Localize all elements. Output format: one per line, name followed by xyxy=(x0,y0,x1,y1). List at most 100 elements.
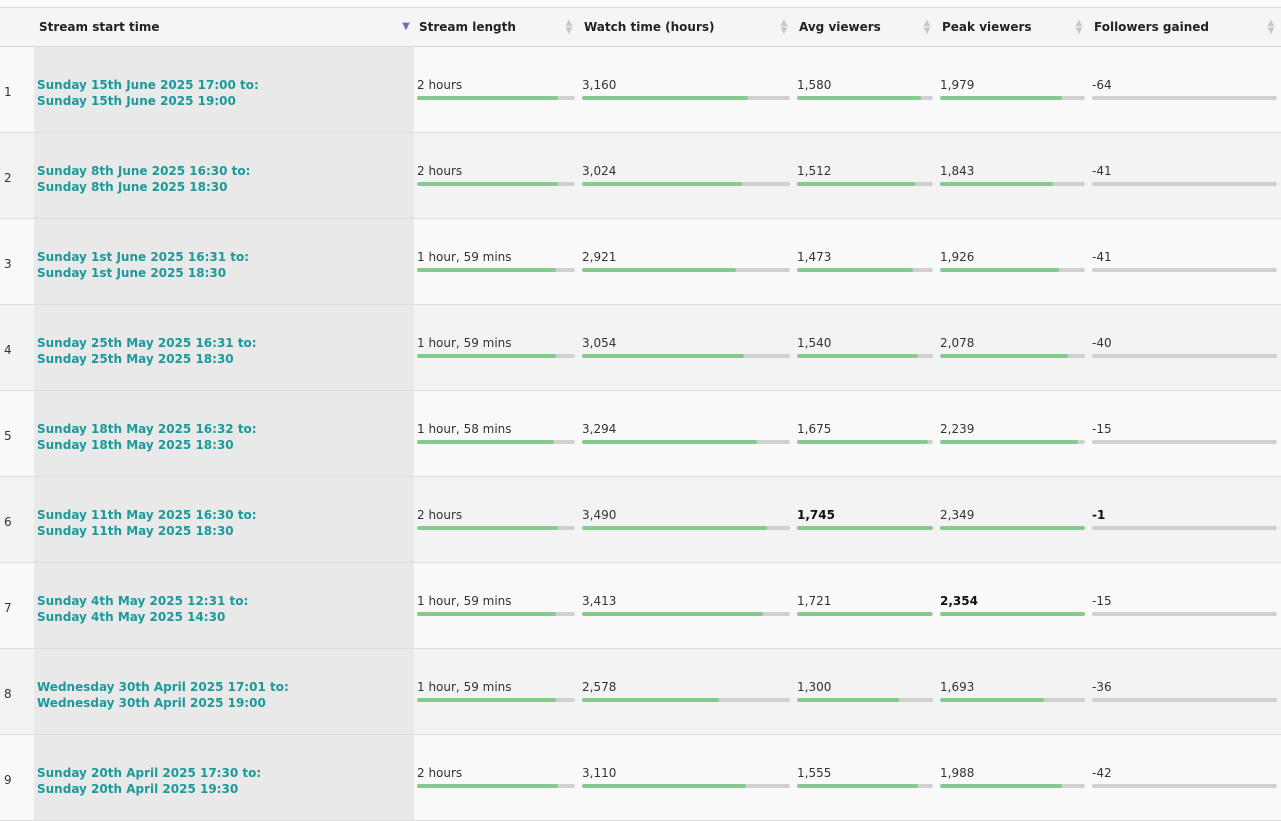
peak-bar-fill xyxy=(940,95,1062,100)
watch-bar-fill xyxy=(582,525,768,530)
peak-value: 1,979 xyxy=(940,77,975,92)
stream-start-link[interactable]: Sunday 4th May 2025 12:31 to: xyxy=(37,593,414,609)
table-body: 1 Sunday 15th June 2025 17:00 to: Sunday 1… xyxy=(0,46,1281,821)
watch-cell: 3,110 xyxy=(579,734,794,821)
watch-bar xyxy=(582,525,790,530)
avg-bar xyxy=(797,439,933,444)
followers-value: -42 xyxy=(1092,765,1112,780)
stream-end-link[interactable]: Sunday 25th May 2025 18:30 xyxy=(37,351,414,367)
peak-bar-fill xyxy=(940,439,1078,444)
avg-cell: 1,580 xyxy=(794,46,937,133)
avg-bar xyxy=(797,353,933,358)
sort-icon[interactable]: ▲ ▼ xyxy=(923,19,931,36)
avg-bar-fill xyxy=(797,353,919,358)
peak-value: 2,349 xyxy=(940,507,975,522)
header-label: Stream start time xyxy=(39,20,160,35)
followers-value: -40 xyxy=(1092,335,1112,350)
avg-cell: 1,473 xyxy=(794,218,937,305)
length-value: 1 hour, 59 mins xyxy=(417,593,512,608)
header-followers-gained[interactable]: Followers gained ▲ ▼ xyxy=(1089,9,1281,47)
header-stream-start-time[interactable]: Stream start time ▼ xyxy=(34,9,414,47)
sort-icon[interactable]: ▲ ▼ xyxy=(565,19,573,36)
row-number: 1 xyxy=(0,46,34,133)
peak-cell: 1,979 xyxy=(937,46,1089,133)
stream-end-link[interactable]: Sunday 4th May 2025 14:30 xyxy=(37,609,414,625)
header-avg-viewers[interactable]: Avg viewers ▲ ▼ xyxy=(794,9,937,47)
sort-icon[interactable]: ▲ ▼ xyxy=(1075,19,1083,36)
length-bar-fill xyxy=(417,611,557,616)
length-value: 2 hours xyxy=(417,163,463,178)
stream-start-link[interactable]: Sunday 18th May 2025 16:32 to: xyxy=(37,421,414,437)
sort-desc-icon[interactable]: ▼ xyxy=(402,22,410,32)
length-bar xyxy=(417,697,575,702)
row-number: 6 xyxy=(0,476,34,563)
stream-start-link[interactable]: Wednesday 30th April 2025 17:01 to: xyxy=(37,679,414,695)
sort-icon[interactable]: ▲ ▼ xyxy=(780,19,788,36)
peak-value: 2,239 xyxy=(940,421,975,436)
peak-bar-fill xyxy=(940,267,1059,272)
stream-end-link[interactable]: Sunday 11th May 2025 18:30 xyxy=(37,523,414,539)
stream-end-link[interactable]: Sunday 18th May 2025 18:30 xyxy=(37,437,414,453)
stream-end-link[interactable]: Sunday 8th June 2025 18:30 xyxy=(37,179,414,195)
stream-start-cell: Sunday 1st June 2025 16:31 to: Sunday 1st… xyxy=(34,218,414,305)
length-bar xyxy=(417,181,575,186)
peak-bar xyxy=(940,697,1085,702)
followers-bar xyxy=(1092,95,1277,100)
length-value: 2 hours xyxy=(417,765,463,780)
followers-value: -15 xyxy=(1092,421,1112,436)
watch-bar xyxy=(582,181,790,186)
watch-cell: 2,578 xyxy=(579,648,794,735)
avg-bar-fill xyxy=(797,697,899,702)
avg-value: 1,540 xyxy=(797,335,832,350)
avg-cell: 1,721 xyxy=(794,562,937,649)
length-bar xyxy=(417,95,575,100)
watch-bar-fill xyxy=(582,95,749,100)
length-bar-fill xyxy=(417,353,557,358)
watch-value: 3,160 xyxy=(582,77,617,92)
stream-start-link[interactable]: Sunday 8th June 2025 16:30 to: xyxy=(37,163,414,179)
length-cell: 1 hour, 59 mins xyxy=(414,304,579,391)
avg-value: 1,555 xyxy=(797,765,832,780)
header-peak-viewers[interactable]: Peak viewers ▲ ▼ xyxy=(937,9,1089,47)
stream-end-link[interactable]: Sunday 20th April 2025 19:30 xyxy=(37,781,414,797)
avg-bar-fill xyxy=(797,95,921,100)
header-stream-length[interactable]: Stream length ▲ ▼ xyxy=(414,9,579,47)
table-row: 1 Sunday 15th June 2025 17:00 to: Sunday 1… xyxy=(0,46,1281,133)
avg-value: 1,580 xyxy=(797,77,832,92)
watch-bar-fill xyxy=(582,181,743,186)
followers-bar xyxy=(1092,611,1277,616)
length-value: 1 hour, 59 mins xyxy=(417,679,512,694)
followers-cell: -41 xyxy=(1089,218,1281,305)
length-cell: 1 hour, 59 mins xyxy=(414,562,579,649)
stream-end-link[interactable]: Wednesday 30th April 2025 19:00 xyxy=(37,695,414,711)
length-cell: 1 hour, 59 mins xyxy=(414,218,579,305)
stream-start-link[interactable]: Sunday 15th June 2025 17:00 to: xyxy=(37,77,414,93)
stream-end-link[interactable]: Sunday 15th June 2025 19:00 xyxy=(37,93,414,109)
length-value: 2 hours xyxy=(417,77,463,92)
peak-cell: 2,354 xyxy=(937,562,1089,649)
watch-value: 3,490 xyxy=(582,507,617,522)
stream-end-link[interactable]: Sunday 1st June 2025 18:30 xyxy=(37,265,414,281)
stream-start-link[interactable]: Sunday 20th April 2025 17:30 to: xyxy=(37,765,414,781)
watch-bar-fill xyxy=(582,697,720,702)
sort-icon[interactable]: ▲ ▼ xyxy=(1267,19,1275,36)
length-cell: 2 hours xyxy=(414,476,579,563)
length-cell: 2 hours xyxy=(414,734,579,821)
avg-bar xyxy=(797,181,933,186)
stream-start-link[interactable]: Sunday 25th May 2025 16:31 to: xyxy=(37,335,414,351)
followers-cell: -1 xyxy=(1089,476,1281,563)
length-bar-fill xyxy=(417,697,557,702)
header-watch-time[interactable]: Watch time (hours) ▲ ▼ xyxy=(579,9,794,47)
length-value: 1 hour, 58 mins xyxy=(417,421,512,436)
followers-cell: -42 xyxy=(1089,734,1281,821)
stream-start-link[interactable]: Sunday 11th May 2025 16:30 to: xyxy=(37,507,414,523)
watch-bar xyxy=(582,611,790,616)
followers-value: -41 xyxy=(1092,249,1112,264)
table-row: 3 Sunday 1st June 2025 16:31 to: Sunday 1s… xyxy=(0,218,1281,305)
stream-start-cell: Wednesday 30th April 2025 17:01 to: Wedne… xyxy=(34,648,414,735)
row-number: 8 xyxy=(0,648,34,735)
watch-bar xyxy=(582,267,790,272)
peak-bar xyxy=(940,181,1085,186)
stream-start-link[interactable]: Sunday 1st June 2025 16:31 to: xyxy=(37,249,414,265)
top-edge xyxy=(0,0,1281,8)
